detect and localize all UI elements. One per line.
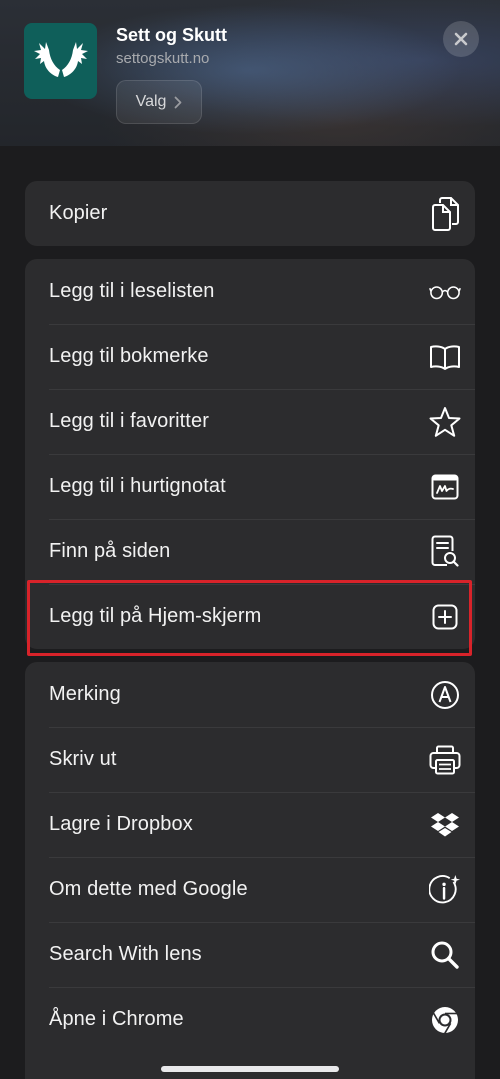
dropbox-icon (429, 809, 461, 841)
add-square-icon (429, 601, 461, 633)
app-title: Sett og Skutt (116, 25, 227, 45)
action-add-quick-note[interactable]: Legg til i hurtignotat (25, 454, 475, 519)
action-markup[interactable]: Merking (25, 662, 475, 727)
action-add-favorites[interactable]: Legg til i favoritter (25, 389, 475, 454)
find-on-page-icon (429, 535, 461, 568)
options-button[interactable]: Valg (116, 80, 202, 124)
home-indicator (161, 1066, 339, 1072)
action-label: Legg til i favoritter (49, 410, 209, 432)
action-add-reading-list[interactable]: Legg til i leselisten (25, 259, 475, 324)
options-label: Valg (135, 93, 167, 110)
action-label: Finn på siden (49, 540, 171, 562)
star-icon (429, 406, 461, 438)
chevron-right-icon (175, 96, 182, 108)
info-sparkle-icon (429, 874, 461, 906)
action-group-add: Legg til i leselisten Legg til bokmerke … (25, 259, 475, 649)
action-find-on-page[interactable]: Finn på siden (25, 519, 475, 584)
action-add-home-screen[interactable]: Legg til på Hjem-skjerm (25, 584, 475, 649)
action-add-bookmark[interactable]: Legg til bokmerke (25, 324, 475, 389)
close-icon (454, 32, 468, 46)
copy-icon (429, 196, 461, 231)
book-icon (429, 341, 461, 373)
quick-note-icon (429, 471, 461, 503)
action-group-more: Merking Skriv ut Lagre i Dropbox Om dett… (25, 662, 475, 1079)
share-sheet-header: Sett og Skutt settogskutt.no Valg (0, 0, 500, 146)
action-search-lens[interactable]: Search With lens (25, 922, 475, 987)
action-label: Merking (49, 683, 121, 705)
action-label: Legg til bokmerke (49, 345, 209, 367)
app-icon (24, 23, 97, 99)
action-label: Kopier (49, 202, 108, 224)
app-url: settogskutt.no (116, 50, 210, 67)
close-button[interactable] (443, 21, 479, 57)
action-copy[interactable]: Kopier (25, 181, 475, 246)
action-label: Legg til på Hjem-skjerm (49, 605, 262, 627)
action-label: Search With lens (49, 943, 202, 965)
action-label: Lagre i Dropbox (49, 813, 193, 835)
antlers-logo-icon (33, 42, 88, 77)
action-label: Skriv ut (49, 748, 117, 770)
action-about-google[interactable]: Om dette med Google (25, 857, 475, 922)
glasses-icon (429, 276, 461, 308)
action-print[interactable]: Skriv ut (25, 727, 475, 792)
markup-icon (429, 679, 461, 711)
action-group-copy: Kopier (25, 181, 475, 246)
search-icon (429, 939, 461, 971)
action-label: Åpne i Chrome (49, 1008, 184, 1030)
action-save-dropbox[interactable]: Lagre i Dropbox (25, 792, 475, 857)
action-open-chrome[interactable]: Åpne i Chrome (25, 987, 475, 1052)
action-label: Legg til i hurtignotat (49, 475, 226, 497)
printer-icon (429, 744, 461, 776)
action-label: Om dette med Google (49, 878, 248, 900)
action-label: Legg til i leselisten (49, 280, 215, 302)
chrome-icon (429, 1004, 461, 1036)
